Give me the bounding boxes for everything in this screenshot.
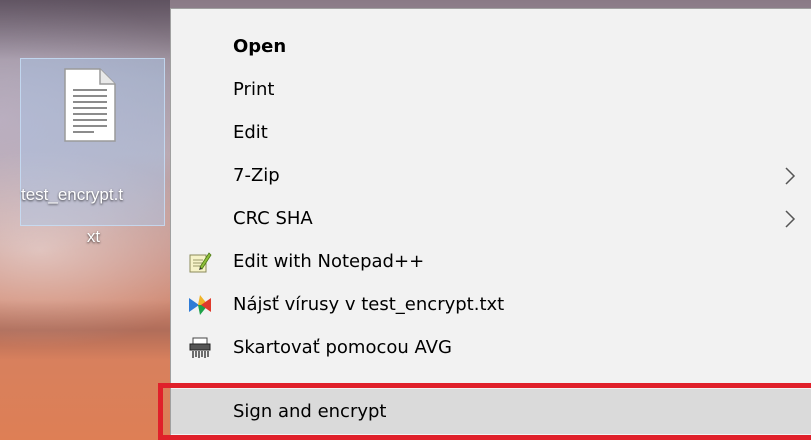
menu-item-label: Skartovať pomocou AVG <box>233 337 452 358</box>
wallpaper-cloud <box>0 0 170 60</box>
menu-item-label: Edit <box>233 122 268 143</box>
menu-item-7zip[interactable]: 7-Zip <box>171 156 811 196</box>
menu-item-label: 7-Zip <box>233 165 280 186</box>
menu-item-edit-with-notepadpp[interactable]: Edit with Notepad++ <box>171 242 811 282</box>
menu-item-avg-scan[interactable]: Nájsť vírusy v test_encrypt.txt <box>171 285 811 325</box>
menu-item-label: CRC SHA <box>233 208 313 229</box>
menu-item-sign-and-encrypt[interactable]: Sign and encrypt <box>171 389 811 434</box>
menu-item-open[interactable]: Open <box>171 27 811 67</box>
menu-item-label: Open <box>233 36 287 57</box>
menu-item-label: Nájsť vírusy v test_encrypt.txt <box>233 294 505 315</box>
menu-item-avg-shred[interactable]: Skartovať pomocou AVG <box>171 328 811 368</box>
chevron-right-icon <box>785 210 796 228</box>
menu-item-label: Edit with Notepad++ <box>233 251 425 272</box>
shredder-icon <box>189 337 211 358</box>
file-name-line-2: xt <box>86 227 101 246</box>
file-name-label: test_encrypt.t xt <box>21 163 166 268</box>
menu-item-edit[interactable]: Edit <box>171 113 811 153</box>
wallpaper-haze <box>0 300 170 360</box>
text-file-icon <box>64 68 116 142</box>
desktop-file-test-encrypt[interactable]: test_encrypt.t xt <box>20 58 165 246</box>
context-menu: Open Print Edit 7-Zip CRC SHA Edit with … <box>170 8 811 440</box>
chevron-right-icon <box>785 167 796 185</box>
menu-item-print[interactable]: Print <box>171 70 811 110</box>
menu-item-crc-sha[interactable]: CRC SHA <box>171 199 811 239</box>
menu-item-label: Sign and encrypt <box>233 401 387 422</box>
menu-item-label: Print <box>233 79 275 100</box>
file-name-line-1: test_encrypt.t <box>21 185 124 204</box>
notepadpp-icon <box>189 252 212 273</box>
avg-icon <box>189 295 211 315</box>
